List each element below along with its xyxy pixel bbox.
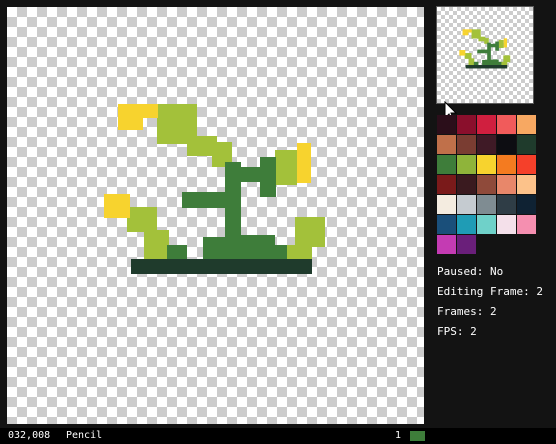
sprite-pixel-stem <box>477 49 488 54</box>
animation-preview <box>436 6 534 104</box>
animation-info: Paused: No Editing Frame: 2 Frames: 2 FP… <box>437 263 543 343</box>
palette-swatch[interactable] <box>497 175 516 194</box>
palette-swatch[interactable] <box>437 115 456 134</box>
sprite-pixel-flower <box>503 38 507 48</box>
sprite-pixel-stem <box>482 59 490 66</box>
palette-swatch[interactable] <box>457 135 476 154</box>
paused-status: Paused: No <box>437 265 504 278</box>
preview-sprite <box>459 29 511 69</box>
frame-indicator: 1 <box>395 430 402 441</box>
palette-swatch[interactable] <box>517 175 536 194</box>
palette-swatch[interactable] <box>477 175 496 194</box>
fps-value: FPS: 2 <box>437 325 477 338</box>
sprite-drawing <box>104 104 325 274</box>
sprite-pixel-leaf <box>468 58 475 66</box>
sprite-pixel-stem <box>260 157 276 197</box>
palette-swatch[interactable] <box>477 155 496 174</box>
sprite-pixel-leaf <box>127 207 157 232</box>
palette-swatch[interactable] <box>457 215 476 234</box>
sprite-pixel-stem <box>203 237 233 261</box>
sprite-pixel-flower <box>462 29 472 33</box>
palette-swatch[interactable] <box>437 215 456 234</box>
palette-swatch[interactable] <box>517 215 536 234</box>
palette-swatch[interactable] <box>457 155 476 174</box>
sprite-pixel-leaf <box>144 230 169 260</box>
status-bar: 032,008 Pencil 1 <box>0 428 556 444</box>
palette-swatch[interactable] <box>477 115 496 134</box>
palette-swatch[interactable] <box>497 155 516 174</box>
sprite-pixel-stem <box>182 192 227 208</box>
sprite-pixel-leaf <box>503 55 511 63</box>
sprite-pixel-stem <box>489 59 499 66</box>
palette-swatch[interactable] <box>457 115 476 134</box>
editing-frame-status: Editing Frame: 2 <box>437 285 543 298</box>
palette-swatch[interactable] <box>497 215 516 234</box>
palette-swatch[interactable] <box>457 195 476 214</box>
sprite-pixel-flower <box>118 118 143 130</box>
sprite-pixel-stem <box>473 61 479 66</box>
palette-swatch[interactable] <box>517 135 536 154</box>
sprite-pixel-leaf <box>275 150 297 185</box>
pixel-canvas[interactable] <box>7 7 424 424</box>
palette-swatch[interactable] <box>517 195 536 214</box>
palette-swatch[interactable] <box>437 235 456 254</box>
palette-swatch[interactable] <box>457 235 476 254</box>
sprite-pixel-soil <box>465 65 508 69</box>
palette-swatch[interactable] <box>457 175 476 194</box>
palette-swatch[interactable] <box>437 135 456 154</box>
sprite-pixel-leaf <box>464 53 472 59</box>
sprite-pixel-stem <box>498 61 502 66</box>
sprite-pixel-leaf <box>295 217 325 247</box>
sprite-pixel-soil <box>131 259 312 274</box>
sprite-pixel-leaf <box>498 39 504 48</box>
palette-swatch[interactable] <box>497 195 516 214</box>
palette-swatch[interactable] <box>477 135 496 154</box>
palette-swatch[interactable] <box>437 195 456 214</box>
current-tool: Pencil <box>66 430 103 441</box>
palette-swatch[interactable] <box>477 215 496 234</box>
palette-swatch[interactable] <box>497 115 516 134</box>
sprite-pixel-stem <box>272 245 287 261</box>
sprite-pixel-flower <box>118 104 158 118</box>
cursor-coordinates: 032,008 <box>8 430 51 441</box>
palette-swatch[interactable] <box>437 155 456 174</box>
palette-swatch[interactable] <box>437 175 456 194</box>
sprite-pixel-flower <box>104 194 130 218</box>
sprite-pixel-stem <box>167 245 187 261</box>
frame-count: Frames: 2 <box>437 305 497 318</box>
palette-swatch[interactable] <box>497 135 516 154</box>
sprite-pixel-flower <box>462 32 469 36</box>
palette-swatch[interactable] <box>517 115 536 134</box>
sprite-pixel-stem <box>235 235 275 261</box>
sprite-pixel-flower <box>297 143 311 183</box>
sprite-pixel-flower <box>459 50 466 56</box>
palette-swatch[interactable] <box>517 155 536 174</box>
current-color-swatch <box>410 431 425 441</box>
palette-swatch[interactable] <box>477 195 496 214</box>
sprite-pixel-stem <box>495 41 499 51</box>
